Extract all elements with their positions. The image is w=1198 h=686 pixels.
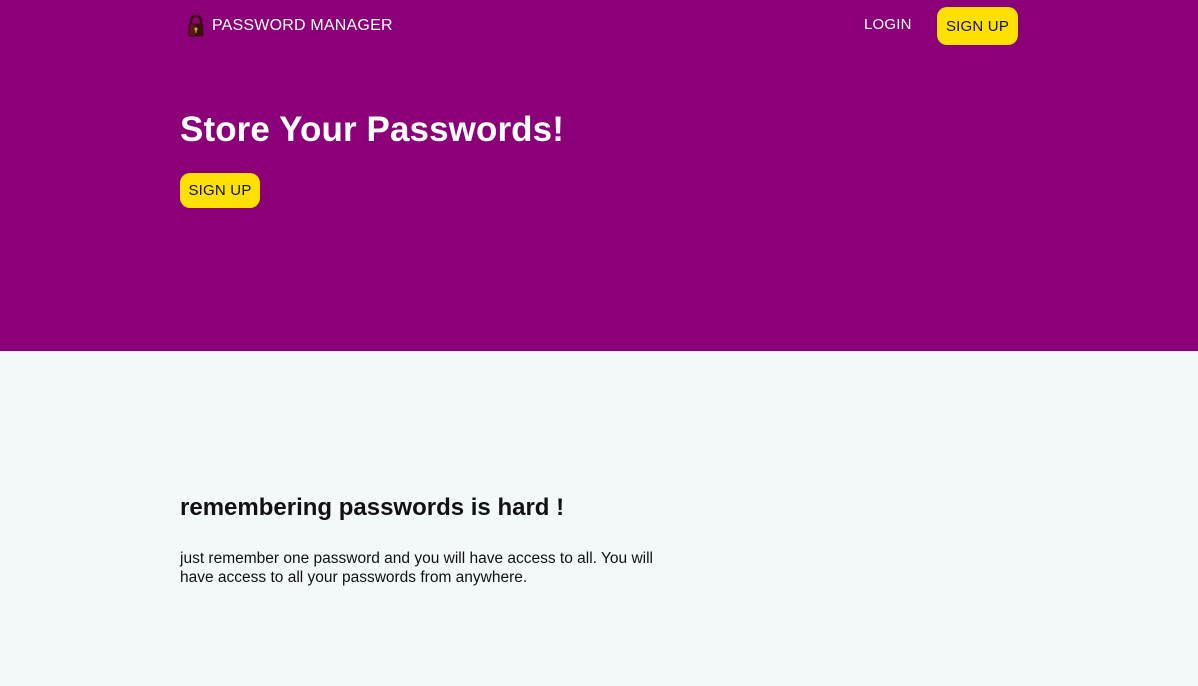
- info-heading: remembering passwords is hard !: [180, 494, 565, 521]
- login-link[interactable]: LOGIN: [864, 16, 912, 33]
- padlock-icon: [186, 14, 206, 38]
- hero-title: Store Your Passwords!: [180, 110, 564, 149]
- top-navbar: PASSWORD MANAGER LOGIN SIGN UP: [0, 0, 1198, 52]
- hero-signup-button[interactable]: SIGN UP: [180, 173, 260, 208]
- nav-signup-button[interactable]: SIGN UP: [937, 7, 1018, 45]
- info-text: just remember one password and you will …: [180, 550, 653, 586]
- hero-section: PASSWORD MANAGER LOGIN SIGN UP Store You…: [0, 0, 1198, 351]
- brand-name: PASSWORD MANAGER: [212, 17, 393, 34]
- brand-link[interactable]: PASSWORD MANAGER: [186, 13, 393, 39]
- info-section: remembering passwords is hard ! just rem…: [0, 351, 1198, 686]
